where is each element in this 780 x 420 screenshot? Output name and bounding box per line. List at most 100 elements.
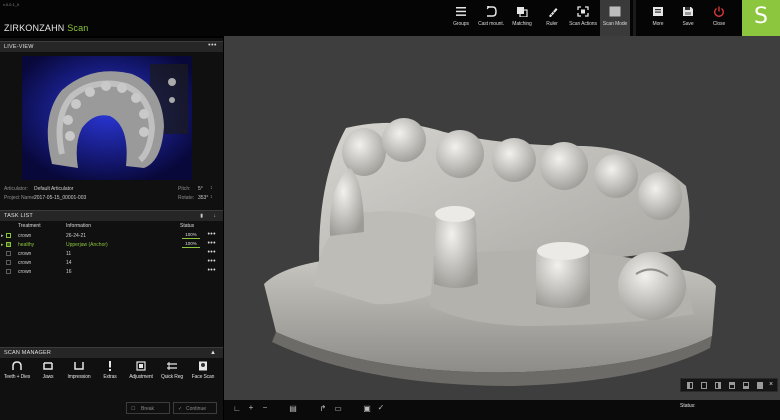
view-layout-icon[interactable] bbox=[687, 382, 693, 389]
project-name-label: Project Name: bbox=[4, 195, 36, 201]
logo-sub: Scan bbox=[67, 23, 89, 33]
quick-reg-icon bbox=[167, 361, 177, 371]
task-row[interactable]: crown 16 ••• bbox=[0, 267, 223, 276]
quick-reg-button[interactable]: Quick Reg bbox=[157, 361, 187, 383]
row-menu[interactable]: ••• bbox=[207, 231, 216, 238]
task-list-header: TASK LIST ▮ ↓ bbox=[0, 210, 223, 221]
row-treatment: crown bbox=[18, 251, 32, 257]
row-checkbox[interactable] bbox=[6, 260, 11, 265]
row-menu[interactable]: ••• bbox=[207, 240, 216, 247]
view-layout-icon[interactable] bbox=[715, 382, 721, 389]
face-scan-button[interactable]: Face Scan bbox=[188, 361, 218, 383]
task-row[interactable]: ▸ healthy Upperjaw (Anchor) 100% ••• bbox=[0, 240, 223, 249]
task-list-title: TASK LIST bbox=[4, 213, 33, 219]
scan-mode-icon bbox=[609, 6, 621, 17]
print-icon[interactable]: ▣ bbox=[362, 404, 372, 414]
col-information: Information bbox=[66, 223, 92, 229]
row-information: Upperjaw (Anchor) bbox=[66, 242, 108, 248]
break-button[interactable]: ☐ Break bbox=[126, 402, 170, 414]
matching-icon bbox=[516, 6, 528, 18]
scan-mode-button[interactable]: Scan Mode bbox=[600, 0, 630, 36]
ruler-label: Ruler bbox=[546, 21, 558, 27]
close-view-icon[interactable]: × bbox=[769, 381, 773, 388]
expand-icon[interactable]: ▸ bbox=[1, 242, 4, 248]
more-label: More bbox=[652, 21, 664, 27]
collapse-icon[interactable]: ▲ bbox=[210, 350, 216, 356]
groups-button[interactable]: Groups bbox=[446, 6, 476, 34]
screen-icon[interactable]: ▭ bbox=[333, 404, 343, 414]
confirm-icon[interactable]: ✓ bbox=[376, 403, 386, 413]
save-button[interactable]: Save bbox=[673, 6, 703, 34]
close-button[interactable]: Close bbox=[704, 6, 734, 34]
task-row[interactable]: crown 11 ••• bbox=[0, 249, 223, 258]
trash-icon[interactable]: ▮ bbox=[200, 213, 203, 219]
zoom-in-icon[interactable]: + bbox=[246, 403, 256, 413]
scan-actions-button[interactable]: Scan Actions bbox=[568, 6, 598, 34]
view-layout-selector[interactable]: × bbox=[680, 378, 778, 392]
scan-mode-label: Scan Mode bbox=[602, 21, 628, 27]
task-row[interactable]: crown 14 ••• bbox=[0, 258, 223, 267]
face-scan-icon bbox=[198, 361, 208, 371]
scan-actions-label: Scan Actions bbox=[569, 21, 597, 27]
axis-icon[interactable]: ↱ bbox=[318, 404, 328, 414]
live-view-header: LIVE-VIEW ••• bbox=[0, 41, 223, 52]
row-menu[interactable]: ••• bbox=[207, 267, 216, 274]
adjustment-label: Adjustment bbox=[129, 374, 153, 380]
toolbar-divider bbox=[633, 0, 636, 36]
exclamation-icon bbox=[105, 361, 115, 371]
save-label: Save bbox=[682, 21, 694, 27]
pitch-value[interactable]: 5° bbox=[198, 186, 203, 192]
view-layout-icon[interactable] bbox=[701, 382, 707, 389]
teeth-dies-button[interactable]: Teeth + Dies bbox=[2, 361, 32, 383]
check-icon: ✓ bbox=[178, 406, 183, 412]
matching-button[interactable]: Matching bbox=[507, 6, 537, 34]
measure-icon[interactable]: ∟ bbox=[232, 404, 242, 414]
impression-label: Impression bbox=[67, 374, 91, 380]
teeth-dies-label: Teeth + Dies bbox=[3, 374, 31, 380]
pitch-stepper-icon[interactable]: ↕ bbox=[210, 185, 213, 191]
break-label: Break bbox=[141, 406, 155, 412]
more-icon bbox=[652, 6, 664, 17]
expand-icon[interactable]: ▸ bbox=[1, 233, 4, 239]
row-checkbox[interactable] bbox=[6, 233, 11, 238]
view-layout-icon[interactable] bbox=[757, 382, 763, 389]
download-icon[interactable]: ↓ bbox=[214, 213, 217, 219]
list-icon bbox=[455, 6, 467, 17]
impression-icon bbox=[74, 361, 84, 371]
ruler-button[interactable]: Ruler bbox=[537, 6, 567, 34]
row-checkbox[interactable] bbox=[6, 242, 11, 247]
logo-main: ZIRKONZAHN bbox=[4, 23, 65, 33]
rotate-value[interactable]: 353° bbox=[198, 195, 208, 201]
close-label: Close bbox=[712, 21, 726, 27]
save-icon bbox=[682, 6, 694, 17]
view-layout-icon[interactable] bbox=[729, 382, 735, 389]
view-layout-icon[interactable] bbox=[743, 382, 749, 389]
live-view-menu[interactable]: ••• bbox=[208, 42, 217, 49]
row-checkbox[interactable] bbox=[6, 251, 11, 256]
row-checkbox[interactable] bbox=[6, 269, 11, 274]
live-view-title: LIVE-VIEW bbox=[4, 44, 34, 50]
task-row[interactable]: ▸ crown 26-24-21 100% ••• bbox=[0, 231, 223, 240]
scan-actions-icon bbox=[577, 6, 589, 17]
brand-badge: S bbox=[742, 0, 780, 36]
row-information: 14 bbox=[66, 260, 72, 266]
adjustment-button[interactable]: Adjustment bbox=[126, 361, 156, 383]
zoom-out-icon[interactable]: − bbox=[260, 403, 270, 413]
jaws-button[interactable]: Jaws bbox=[33, 361, 63, 383]
row-menu[interactable]: ••• bbox=[207, 258, 216, 265]
row-status: 100% bbox=[182, 241, 200, 248]
teeth-dies-icon bbox=[12, 361, 22, 371]
row-menu[interactable]: ••• bbox=[207, 249, 216, 256]
rotate-stepper-icon[interactable]: ↕ bbox=[210, 194, 213, 200]
version-label: v.0.0.1_0 bbox=[3, 2, 20, 7]
extras-label: Extras bbox=[103, 374, 117, 380]
continue-button[interactable]: ✓ Continue bbox=[173, 402, 217, 414]
3d-viewport[interactable] bbox=[224, 36, 780, 400]
impression-button[interactable]: Impression bbox=[64, 361, 94, 383]
top-toolbar: v.0.0.1_0 ZIRKONZAHN Scan Groups Cast mo… bbox=[0, 0, 780, 36]
cast-mount-button[interactable]: Cast mount. bbox=[476, 4, 506, 34]
articulator-value[interactable]: Default Articulator bbox=[34, 186, 73, 192]
clipboard-icon[interactable]: ▤ bbox=[288, 404, 298, 414]
extras-button[interactable]: Extras bbox=[95, 361, 125, 383]
more-button[interactable]: More bbox=[643, 6, 673, 34]
